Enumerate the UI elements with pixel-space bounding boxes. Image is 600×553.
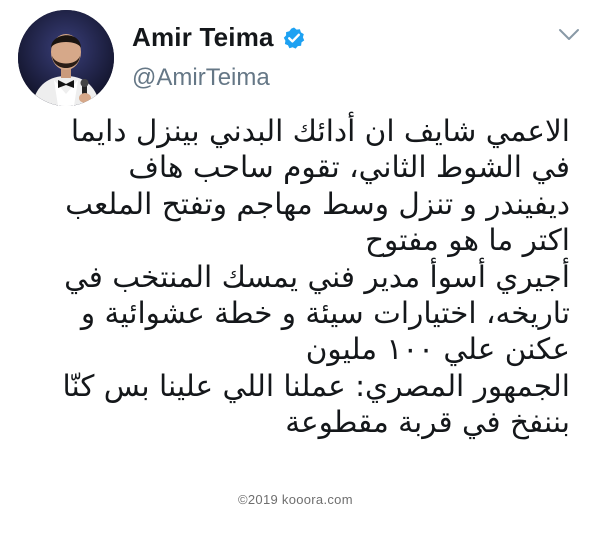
tweet-text-line: اكتر ما هو مفتوح [364,223,570,258]
tweet-text: الاعمي شايف ان أدائك البدني بينزل دايما … [30,113,570,441]
chevron-down-icon[interactable] [558,28,580,42]
user-handle[interactable]: @AmirTeima [132,64,270,92]
tweet-text-line: تاريخه، اختيارات سيئة و خطة عشوائية و [80,295,570,330]
watermark: ©2019 kooora.com [238,492,353,507]
tweet-text-line: أجيري أسوأ مدير فني يمسك المنتخب في [64,259,570,294]
avatar[interactable] [18,10,114,106]
tweet-text-line: الجمهور المصري: عملنا اللي علينا بس كنّا [62,368,570,403]
tweet-text-line: بننفخ في قربة مقطوعة [285,405,570,440]
tweet-text-line: في الشوط الثاني، تقوم ساحب هاف [128,150,570,185]
display-name[interactable]: Amir Teima [132,22,274,53]
avatar-image [18,10,114,106]
tweet-text-line: الاعمي شايف ان أدائك البدني بينزل دايما [70,114,570,148]
tweet-card: Amir Teima @AmirTeima الاعمي شايف ان أدا… [0,0,600,553]
verified-badge-icon [282,26,306,50]
tweet-text-line: ديفيندر و تنزل وسط مهاجم وتفتح الملعب [65,186,570,221]
tweet-text-line: عكنن علي ١٠٠ مليون [305,332,570,367]
author-name-row: Amir Teima [132,22,306,53]
